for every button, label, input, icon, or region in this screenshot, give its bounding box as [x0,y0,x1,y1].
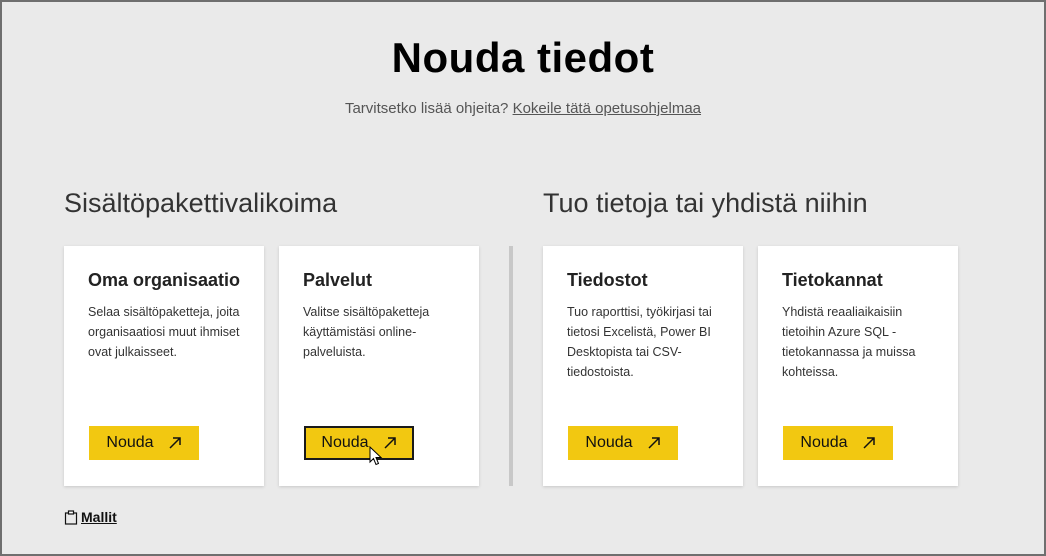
section-title-content-packs: Sisältöpakettivalikoima [64,188,338,218]
card-title: Tiedostot [567,270,648,290]
help-line: Tarvitsetko lisää ohjeita? Kokeile tätä … [0,100,1046,117]
button-label: Nouda [321,434,369,451]
page-title: Nouda tiedot [391,34,655,81]
card-description: Tuo raporttisi, työkirjasi tai tietosi E… [567,305,712,379]
card-my-organization: Oma organisaatio Selaa sisältöpaketteja,… [64,246,264,486]
card-description: Selaa sisältöpaketteja, joita organisaat… [88,305,240,359]
card-title: Oma organisaatio [88,270,241,290]
templates-link[interactable]: Mallit [64,509,117,525]
get-button-databases[interactable]: Nouda [783,426,893,460]
arrow-up-right-icon [384,437,396,449]
arrow-up-right-icon [863,437,875,449]
templates-label: Mallit [81,509,117,525]
help-text: Tarvitsetko lisää ohjeita? [344,100,509,117]
card-files: Tiedostot Tuo raporttisi, työkirjasi tai… [543,246,743,486]
button-label: Nouda [585,434,633,451]
section-divider [509,246,513,486]
mouse-pointer-icon [369,446,383,466]
tutorial-link[interactable]: Kokeile tätä opetusohjelmaa [513,100,701,117]
arrow-up-right-icon [169,437,181,449]
clipboard-icon [64,509,78,525]
get-button-files[interactable]: Nouda [568,426,678,460]
get-button-my-organization[interactable]: Nouda [89,426,199,460]
section-title-import-connect: Tuo tietoja tai yhdistä niihin [543,188,868,218]
arrow-up-right-icon [648,437,660,449]
get-button-services[interactable]: Nouda [304,426,414,460]
card-description: Yhdistä reaaliaikaisiin tietoihin Azure … [782,305,916,379]
card-description: Valitse sisältöpaketteja käyttämistäsi o… [303,305,430,359]
card-databases: Tietokannat Yhdistä reaaliaikaisiin tiet… [758,246,958,486]
button-label: Nouda [800,434,848,451]
button-label: Nouda [106,434,154,451]
card-title: Tietokannat [782,270,883,290]
card-title: Palvelut [303,270,373,290]
